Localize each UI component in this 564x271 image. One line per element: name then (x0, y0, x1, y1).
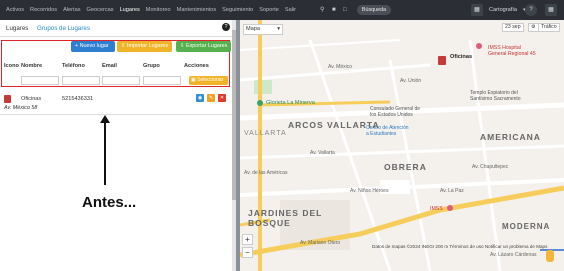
filter-grupo-input[interactable] (143, 76, 181, 85)
col-header-nombre: Nombre (21, 63, 43, 69)
nav-salir[interactable]: Salir (285, 0, 296, 20)
new-place-button[interactable]: + Nuevo lugar (71, 41, 115, 52)
label-templo: Templo Expiatorio del Santísimo Sacramen… (470, 90, 521, 102)
export-places-label: Exportar Lugares (186, 43, 228, 49)
nav-geocercas[interactable]: Geocercas (87, 0, 114, 20)
col-header-email: Email (102, 63, 117, 69)
select-label: Seleccionar (197, 77, 224, 83)
nav-mantenimientos[interactable]: Mantenimientos (177, 0, 217, 20)
label-obrera: OBRERA (384, 162, 427, 172)
map-canvas (240, 20, 564, 271)
nav-alertas[interactable]: Alertas (63, 0, 80, 20)
map-view[interactable]: Mapa ▾ 23 sep ⚙ Tráfico IMSS Hospital Ge… (240, 20, 564, 271)
export-places-button[interactable]: ⇩ Exportar Lugares (176, 41, 231, 52)
col-header-telefono: Teléfono (62, 63, 85, 69)
label-imss-hospital: IMSS Hospital General Regional 45 (488, 45, 536, 57)
search-button[interactable]: Búsqueda (357, 5, 391, 15)
row-address: Av. México 58 (4, 105, 38, 111)
nav-recorridos[interactable]: Recorridos (30, 0, 57, 20)
row-name: Oficinas (21, 96, 42, 102)
zoom-out-button[interactable]: − (242, 247, 253, 258)
select-button[interactable]: ▣ Seleccionar (189, 76, 228, 85)
label-av-la-paz: Av. La Paz (440, 188, 464, 194)
nav-lugares[interactable]: Lugares (120, 0, 140, 20)
cartography-dropdown[interactable]: Cartografía (489, 7, 517, 13)
col-header-acciones: Acciones (184, 63, 209, 69)
label-arcos-vallarta: ARCOS VALLARTA (288, 120, 380, 130)
row-phone: 5215436331 (62, 96, 94, 102)
import-places-button[interactable]: ⇧ Importar Lugares (117, 41, 172, 52)
label-av-lazaro-cardenas: Av. Lázaro Cárdenas (490, 252, 537, 258)
col-header-grupo: Grupo (143, 63, 160, 69)
label-glorieta: Glorieta La Minerva (266, 100, 315, 106)
new-place-label: Nuevo lugar (79, 43, 109, 49)
label-av-chapultepec: Av. Chapultepec (472, 164, 509, 170)
date-box[interactable]: 23 sep (502, 23, 524, 32)
hospital-pin-icon[interactable] (476, 43, 482, 49)
view-icon[interactable]: ◉ (196, 94, 204, 102)
grid-menu-icon[interactable]: ▦ (545, 4, 557, 16)
tab-bar: Lugares Grupos de Lugares ? (0, 22, 235, 37)
nav-soporte[interactable]: Soporte (259, 0, 279, 20)
hospital-pin-icon[interactable] (447, 205, 453, 211)
filter-telefono-input[interactable] (62, 76, 100, 85)
label-moderna: MODERNA (502, 222, 551, 231)
lock-icon[interactable]: ■ (332, 6, 336, 14)
top-navbar: Activos Recorridos Alertas Geocercas Lug… (0, 0, 564, 20)
filter-email-input[interactable] (102, 76, 140, 85)
label-av-ninos-heroes: Av. Niños Héroes (350, 188, 389, 194)
label-imss: IMSS (430, 206, 443, 212)
map-layers-group: ▦ Cartografía ▾ (471, 3, 526, 17)
label-av-union: Av. Unión (400, 78, 422, 84)
label-av-vallarta: Av. Vallarta (310, 150, 335, 156)
edit-icon[interactable]: ✎ (207, 94, 215, 102)
filter-nombre-input[interactable] (21, 76, 59, 85)
label-av-mexico: Av. México (328, 64, 352, 70)
col-header-icono: Icono (4, 63, 19, 69)
nav-monitoreo[interactable]: Monitoreo (146, 0, 171, 20)
map-type-label: Mapa (246, 26, 260, 32)
street-view-icon[interactable] (546, 250, 554, 262)
help-icon[interactable]: ? (222, 23, 230, 31)
label-vallarta: VALLARTA (244, 130, 287, 137)
places-panel: Lugares Grupos de Lugares ? + Nuevo luga… (0, 20, 235, 271)
chevron-down-icon: ▾ (277, 26, 280, 32)
tab-lugares[interactable]: Lugares (6, 25, 28, 32)
annotation-text: Antes... (82, 194, 137, 211)
label-av-mariano-otero: Av. Mariano Otero (300, 240, 341, 246)
label-consulado: Consulado General de los Estados Unidos (370, 106, 421, 118)
label-av-americas: Av. de las Américas (244, 170, 288, 176)
label-americana: AMERICANA (480, 132, 541, 142)
help-icon[interactable]: ? (525, 4, 537, 16)
search-icon[interactable]: ⚲ (320, 6, 324, 14)
import-places-label: Importar Lugares (127, 43, 169, 49)
traffic-toggle[interactable]: Tráfico (538, 23, 560, 32)
tab-grupos-de-lugares[interactable]: Grupos de Lugares (37, 25, 90, 32)
arrow-shaft (104, 121, 106, 185)
row-divider (0, 114, 232, 115)
nav-activos[interactable]: Activos (6, 0, 24, 20)
building-icon[interactable] (438, 56, 446, 65)
zoom-in-button[interactable]: + (242, 234, 253, 245)
map-type-select[interactable]: Mapa ▾ (243, 24, 283, 35)
label-oficinas: Oficinas (450, 54, 473, 60)
monument-pin-icon[interactable] (257, 100, 263, 106)
nav-seguimiento[interactable]: Seguimiento (222, 0, 253, 20)
map-icon[interactable]: ▦ (471, 4, 483, 16)
building-icon (4, 95, 11, 103)
label-jardines-bosque: JARDINES DEL BOSQUE (248, 208, 323, 228)
main-nav: Activos Recorridos Alertas Geocercas Lug… (0, 0, 302, 20)
delete-icon[interactable]: ✕ (218, 94, 226, 102)
window-icon[interactable]: □ (343, 6, 347, 14)
map-footer: Datos de mapas ©2024 INEGI 200 m Término… (372, 244, 548, 249)
